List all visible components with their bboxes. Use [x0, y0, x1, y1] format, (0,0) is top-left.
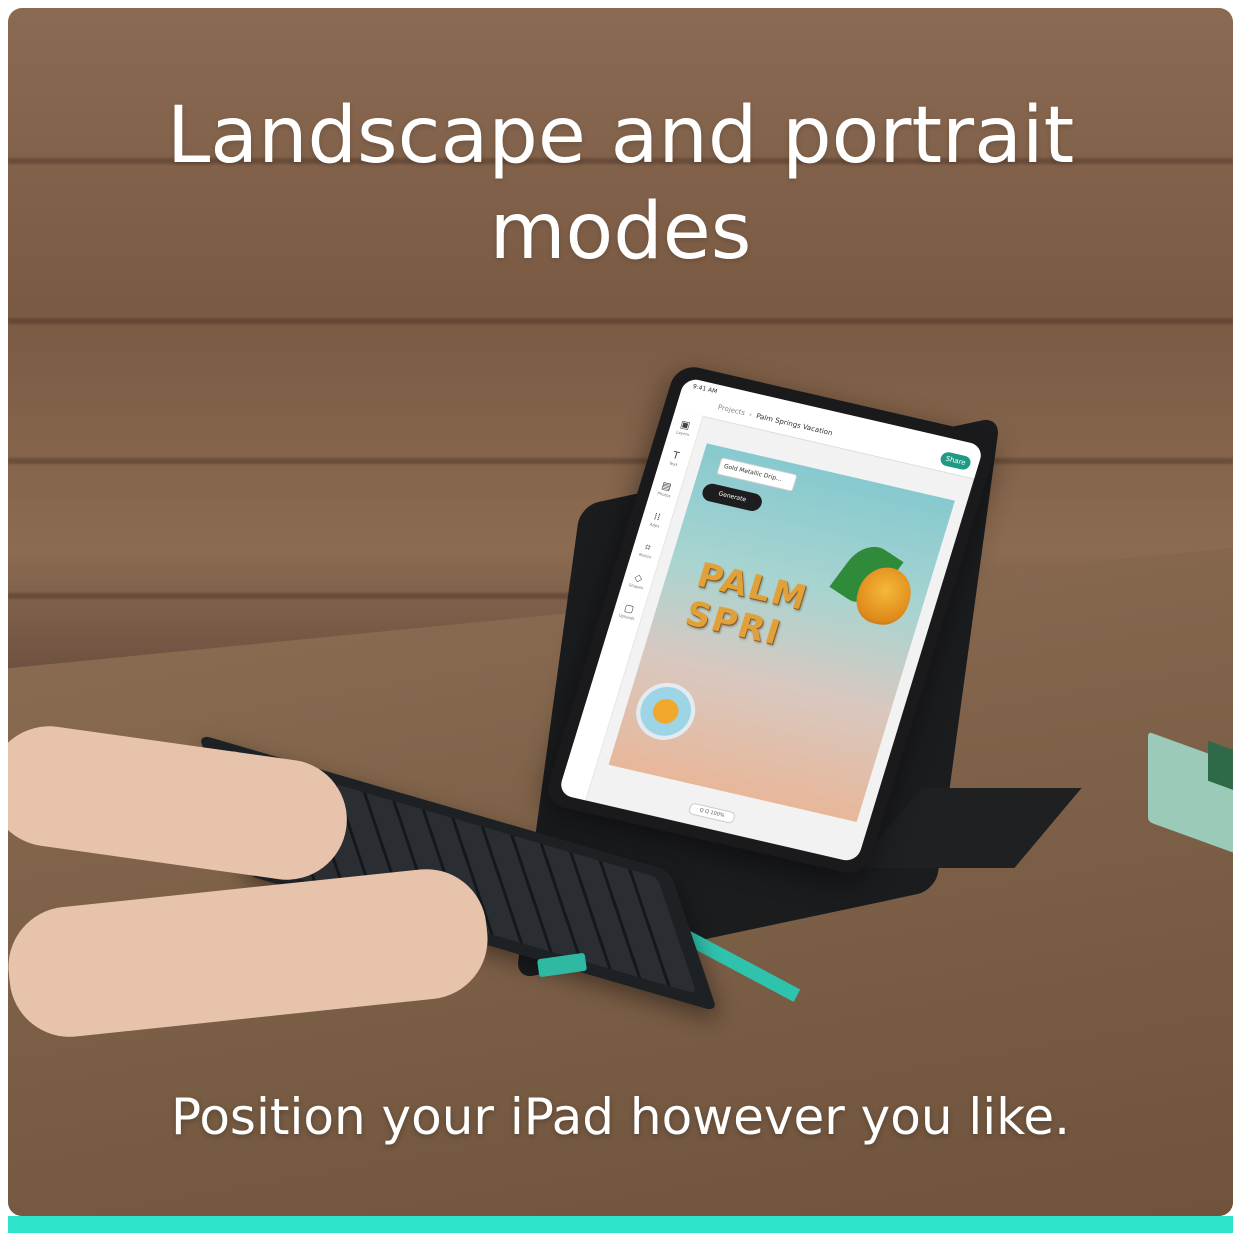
sidebar-item-resize[interactable]: ⌗ Resize — [635, 540, 659, 560]
breadcrumb-parent[interactable]: Projects — [717, 403, 746, 417]
headline-line: modes — [489, 187, 752, 277]
sidebar-item-photos[interactable]: ▤ Photos — [654, 479, 678, 499]
accent-bar — [8, 1216, 1233, 1233]
headline: Landscape and portrait modes — [8, 88, 1233, 280]
status-bar: 9:41 AM — [691, 383, 718, 396]
zoom-control[interactable]: Q Q 100% — [687, 802, 737, 825]
sidebar-item-shapes[interactable]: ◇ Shapes — [625, 571, 649, 591]
wall-plank-line — [8, 318, 1233, 324]
sidebar-item-uploads[interactable]: ▢ Uploads — [616, 602, 640, 622]
sidebar-item-text[interactable]: T Text — [663, 449, 687, 469]
sidebar-item-apps[interactable]: ⁞⁞ Apps — [644, 510, 668, 530]
sidebar-item-layers[interactable]: ▣ Layers — [672, 418, 696, 438]
breadcrumb: Projects › Palm Springs Vacation — [716, 403, 834, 438]
breadcrumb-current: Palm Springs Vacation — [755, 412, 834, 438]
share-button[interactable]: Share — [938, 450, 973, 471]
headline-line: Landscape and portrait — [166, 91, 1075, 181]
subline: Position your iPad however you like. — [170, 1088, 1071, 1146]
product-image: 9:41 AM Projects › Palm Springs Vacation… — [8, 8, 1233, 1216]
wall-plank-line — [8, 458, 1233, 464]
flower-graphic — [628, 677, 703, 746]
